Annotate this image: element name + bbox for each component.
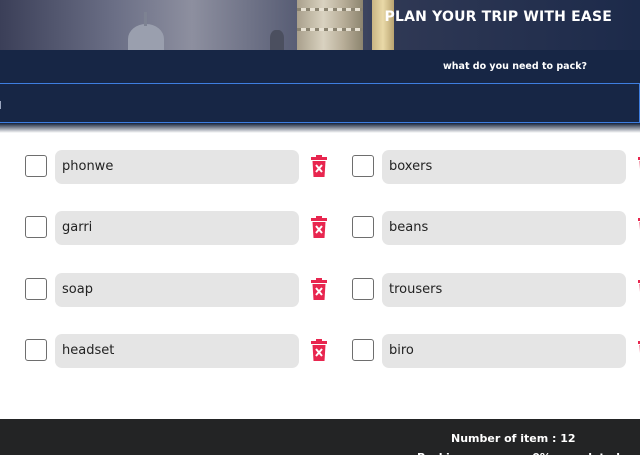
- statue-silhouette: [270, 30, 284, 50]
- item-checkbox[interactable]: [352, 155, 374, 177]
- item-label: phonwe: [55, 150, 299, 184]
- list-item: soap: [25, 273, 345, 307]
- list-item: boxers: [352, 150, 640, 184]
- prompt-bar: what do you need to pack?: [0, 50, 640, 83]
- text-caret: [0, 101, 1, 109]
- list-item: garri: [25, 211, 345, 245]
- trash-icon[interactable]: [311, 155, 327, 177]
- dome-building: [128, 12, 164, 50]
- hero-banner: PLAN YOUR TRIP WITH EASE: [0, 0, 640, 50]
- item-label: boxers: [382, 150, 626, 184]
- item-checkbox[interactable]: [25, 155, 47, 177]
- pack-prompt: what do you need to pack?: [443, 61, 588, 72]
- input-shadow: [0, 123, 640, 133]
- trash-icon[interactable]: [311, 339, 327, 361]
- list-item: beans: [352, 211, 640, 245]
- item-label: biro: [382, 334, 626, 368]
- list-item: trousers: [352, 273, 640, 307]
- page-title: PLAN YOUR TRIP WITH EASE: [384, 9, 612, 25]
- item-checkbox[interactable]: [352, 278, 374, 300]
- column-image: [372, 0, 394, 50]
- item-input[interactable]: [0, 83, 640, 123]
- trash-icon[interactable]: [311, 278, 327, 300]
- item-label: trousers: [382, 273, 626, 307]
- list-item: biro: [352, 334, 640, 368]
- list-item: phonwe: [25, 150, 345, 184]
- item-label: headset: [55, 334, 299, 368]
- leaning-tower-image: [297, 0, 363, 50]
- item-checkbox[interactable]: [25, 216, 47, 238]
- item-label: garri: [55, 211, 299, 245]
- item-label: soap: [55, 273, 299, 307]
- progress-text: Packing progress: 0% completed: [417, 451, 621, 464]
- list-item: headset: [25, 334, 345, 368]
- item-count: Number of item : 12: [451, 432, 576, 445]
- item-checkbox[interactable]: [25, 339, 47, 361]
- item-checkbox[interactable]: [352, 216, 374, 238]
- item-checkbox[interactable]: [25, 278, 47, 300]
- footer-stats: Number of item : 12 Packing progress: 0%…: [0, 419, 640, 464]
- item-checkbox[interactable]: [352, 339, 374, 361]
- item-label: beans: [382, 211, 626, 245]
- trash-icon[interactable]: [311, 216, 327, 238]
